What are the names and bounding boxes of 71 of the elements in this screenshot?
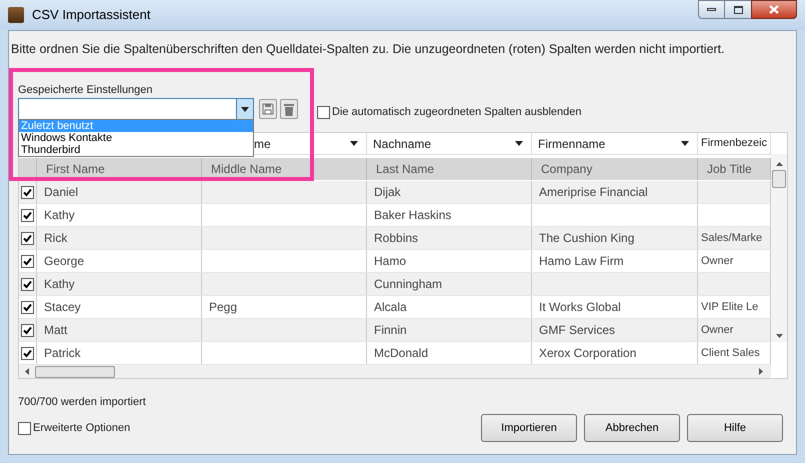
dialog-button[interactable]: Importieren xyxy=(481,414,577,442)
settings-label: Gespeicherte Einstellungen xyxy=(18,83,153,98)
column-header: Middle Name xyxy=(202,158,367,180)
scroll-left-icon[interactable] xyxy=(25,368,29,375)
scroll-down-icon[interactable] xyxy=(776,334,782,338)
dialog-button[interactable]: Abbrechen xyxy=(584,414,680,442)
table-cell-text: Stacey xyxy=(44,299,81,316)
table-cell-text: Patrick xyxy=(44,345,81,362)
table-cell-text: Alcala xyxy=(374,299,407,316)
row-checkbox[interactable] xyxy=(21,232,34,244)
dialog-button[interactable]: Hilfe xyxy=(687,414,783,442)
caret-icon xyxy=(241,106,249,112)
table-cell-text: Pegg xyxy=(209,299,238,316)
table-cell-text: Cunningham xyxy=(374,276,442,293)
table-cell-text: Kathy xyxy=(44,276,75,293)
delete-icon[interactable] xyxy=(280,99,298,119)
table-cell-text: Owner xyxy=(701,254,734,269)
advanced-options-checkbox[interactable] xyxy=(18,422,31,435)
table-cell-text: It Works Global xyxy=(539,299,621,316)
caret-icon xyxy=(350,141,358,146)
instructions-text: Bitte ordnen Sie die Spaltenüberschriften den Quelldatei-Spalten zu. Die unzugeordneten (roten) Spalten werden nicht importiert. xyxy=(11,41,725,58)
table-cell-text: Baker Haskins xyxy=(374,207,452,224)
table-cell-text: Robbins xyxy=(374,230,418,247)
column-header: Company xyxy=(532,158,698,180)
settings-combobox[interactable] xyxy=(18,98,254,120)
close-icon xyxy=(769,5,779,14)
table-cell-text: Client Sales xyxy=(701,346,760,361)
table-cell-text: Daniel xyxy=(44,184,78,201)
row-checkbox[interactable] xyxy=(21,208,34,222)
scroll-up-icon[interactable] xyxy=(776,162,782,166)
maximize-button[interactable] xyxy=(725,0,751,19)
vertical-scrollbar[interactable] xyxy=(771,154,787,342)
close-button[interactable] xyxy=(751,0,797,19)
scrollbar-thumb[interactable] xyxy=(772,170,786,188)
table-cell-text: Finnin xyxy=(374,322,407,339)
hide-mapped-checkbox[interactable] xyxy=(317,106,330,119)
table-cell-text: McDonald xyxy=(374,345,428,362)
row-checkbox[interactable] xyxy=(21,346,34,360)
minimize-button[interactable] xyxy=(698,0,725,19)
scroll-right-icon[interactable] xyxy=(759,368,763,375)
table-cell-text: George xyxy=(44,253,84,270)
table-cell-text: The Cushion King xyxy=(539,230,634,247)
import-count-text: 700/700 werden importiert xyxy=(18,395,146,410)
row-checkbox[interactable] xyxy=(21,324,34,336)
table-cell-text: Xerox Corporation xyxy=(539,345,636,362)
table-cell-text: Hamo Law Firm xyxy=(539,253,624,270)
column-header: First Name xyxy=(37,158,202,180)
caret-icon xyxy=(681,141,689,146)
table-cell-text: GMF Services xyxy=(539,322,616,339)
advanced-options-label: Erweiterte Optionen xyxy=(33,421,130,436)
save-icon[interactable] xyxy=(259,99,277,119)
hide-mapped-label: Die automatisch zugeordneten Spalten ausblenden xyxy=(332,105,582,120)
table-cell-text: Sales/Marke xyxy=(701,230,762,246)
table-cell-text: Matt xyxy=(44,322,68,339)
row-checkbox[interactable] xyxy=(21,186,34,198)
table-cell-text: Owner xyxy=(701,322,734,338)
table-cell-text: Rick xyxy=(44,230,68,247)
app-icon xyxy=(8,7,24,23)
caret-icon xyxy=(515,141,523,146)
row-checkbox[interactable] xyxy=(21,300,34,314)
column-header: Last Name xyxy=(367,158,532,180)
row-checkbox[interactable] xyxy=(21,254,34,268)
horizontal-scrollbar[interactable] xyxy=(19,365,771,378)
window-title: CSV Importassistent xyxy=(32,6,150,24)
table-cell-text: Kathy xyxy=(44,207,75,224)
table-cell-text: VIP Elite Le xyxy=(701,300,758,315)
table-cell-text: Ameriprise Financial xyxy=(539,184,648,201)
scrollbar-thumb[interactable] xyxy=(35,366,115,378)
table-cell-text: Dijak xyxy=(374,184,401,201)
row-checkbox[interactable] xyxy=(21,278,34,290)
table-cell-text: Hamo xyxy=(374,253,406,270)
